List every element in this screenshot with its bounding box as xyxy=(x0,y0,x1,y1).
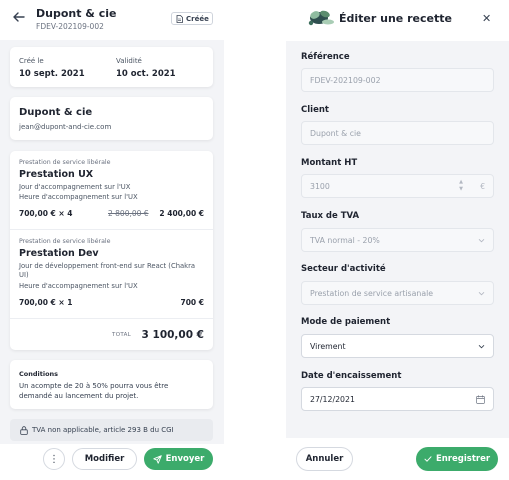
payment-select[interactable]: Virement xyxy=(301,334,494,358)
quote-reference: FDEV-202109-002 xyxy=(36,22,104,31)
currency-unit: € xyxy=(480,182,485,191)
created-value: 10 sept. 2021 xyxy=(19,69,85,79)
tva-value: TVA normal - 20% xyxy=(310,235,380,245)
reference-label: Référence xyxy=(301,52,350,62)
item-total: 2 400,00 € xyxy=(159,209,204,218)
item-divider xyxy=(10,318,213,319)
more-options-button[interactable]: ⋮ xyxy=(43,448,65,470)
validity-label: Validité xyxy=(116,57,142,65)
status-badge: Créée xyxy=(171,12,213,25)
created-label: Créé le xyxy=(19,57,44,65)
validity-value: 10 oct. 2021 xyxy=(116,69,176,79)
save-button[interactable]: Enregistrer xyxy=(416,447,498,471)
close-icon[interactable]: ✕ xyxy=(482,13,491,24)
reference-field[interactable]: FDEV-202109-002 xyxy=(301,68,494,92)
chevron-down-icon xyxy=(478,291,485,296)
conditions-text: Un acompte de 20 à 50% pourra vous être … xyxy=(19,382,169,400)
conditions-title: Conditions xyxy=(19,370,59,378)
client-card: Dupont & cie jean@dupont-and-cie.com xyxy=(10,97,213,140)
date-field[interactable]: 27/12/2021 xyxy=(301,387,494,411)
amount-label: Montant HT xyxy=(301,158,358,168)
modify-button[interactable]: Modifier xyxy=(72,448,137,470)
client-value: Dupont & cie xyxy=(310,128,361,138)
tva-label: Taux de TVA xyxy=(301,211,360,221)
amount-field[interactable]: 3100 ▲ ▼ € xyxy=(301,174,494,198)
lock-icon xyxy=(20,426,28,435)
send-button[interactable]: Envoyer xyxy=(144,448,213,470)
calendar-icon[interactable] xyxy=(476,395,485,404)
date-label: Date d'encaissement xyxy=(301,371,402,381)
amount-stepper[interactable]: ▲ ▼ xyxy=(459,179,463,193)
payment-label: Mode de paiement xyxy=(301,317,391,327)
item-quantity: 700,00 € × 4 xyxy=(19,209,73,218)
client-email: jean@dupont-and-cie.com xyxy=(19,123,112,131)
reference-value: FDEV-202109-002 xyxy=(310,75,381,85)
tva-note-text: TVA non applicable, article 293 B du CGI xyxy=(32,426,174,434)
quote-detail-panel: Dupont & cie FDEV-202109-002 Créée Créé … xyxy=(0,0,224,480)
status-badge-label: Créée xyxy=(186,14,209,23)
item-type: Prestation de service libérale xyxy=(19,238,111,245)
item-quantity: 700,00 € × 1 xyxy=(19,298,73,307)
item-desc-line: Jour d'accompagnement sur l'UX xyxy=(19,183,131,191)
conditions-card: Conditions Un acompte de 20 à 50% pourra… xyxy=(10,360,213,409)
sector-label: Secteur d'activité xyxy=(301,264,386,274)
tva-select[interactable]: TVA normal - 20% xyxy=(301,228,494,252)
send-button-label: Envoyer xyxy=(165,454,205,464)
quote-header: Dupont & cie FDEV-202109-002 Créée xyxy=(0,0,224,40)
item-desc-line: Jour de développement front-end sur Reac… xyxy=(19,262,196,279)
item-title: Prestation UX xyxy=(19,169,94,180)
more-options-icon: ⋮ xyxy=(49,453,59,465)
chevron-down-icon xyxy=(478,238,485,243)
item-original-price: 2 800,00 € xyxy=(108,209,149,218)
item-type: Prestation de service libérale xyxy=(19,159,111,166)
back-arrow-icon[interactable] xyxy=(12,10,26,24)
document-icon xyxy=(176,14,183,23)
send-icon xyxy=(152,454,162,464)
dates-card: Créé le 10 sept. 2021 Validité 10 oct. 2… xyxy=(10,47,213,87)
item-title: Prestation Dev xyxy=(19,248,99,259)
payment-value: Virement xyxy=(310,341,346,351)
client-name: Dupont & cie xyxy=(19,107,93,118)
cancel-button[interactable]: Annuler xyxy=(296,447,353,471)
quote-title: Dupont & cie xyxy=(36,7,117,20)
sector-value: Prestation de service artisanale xyxy=(310,288,434,298)
total-label: TOTAL xyxy=(112,332,131,338)
amount-value: 3100 xyxy=(310,181,330,191)
plant-illustration-icon xyxy=(308,10,334,26)
item-total: 700 € xyxy=(180,298,205,307)
panel-title: Éditer une recette xyxy=(339,12,452,25)
client-label: Client xyxy=(301,105,329,115)
chevron-down-icon xyxy=(478,344,485,349)
item-desc-line: Heure d'accompagnement sur l'UX xyxy=(19,193,138,201)
sector-select[interactable]: Prestation de service artisanale xyxy=(301,281,494,305)
total-value: 3 100,00 € xyxy=(141,329,204,341)
tva-note: TVA non applicable, article 293 B du CGI xyxy=(10,419,213,441)
check-icon xyxy=(424,456,432,462)
save-button-label: Enregistrer xyxy=(435,454,491,464)
items-card: Prestation de service libérale Prestatio… xyxy=(10,151,213,350)
item-divider xyxy=(10,229,213,230)
item-desc-line: Heure d'accompagnement sur l'UX xyxy=(19,282,138,290)
date-value: 27/12/2021 xyxy=(310,394,355,404)
client-field[interactable]: Dupont & cie xyxy=(301,121,494,145)
